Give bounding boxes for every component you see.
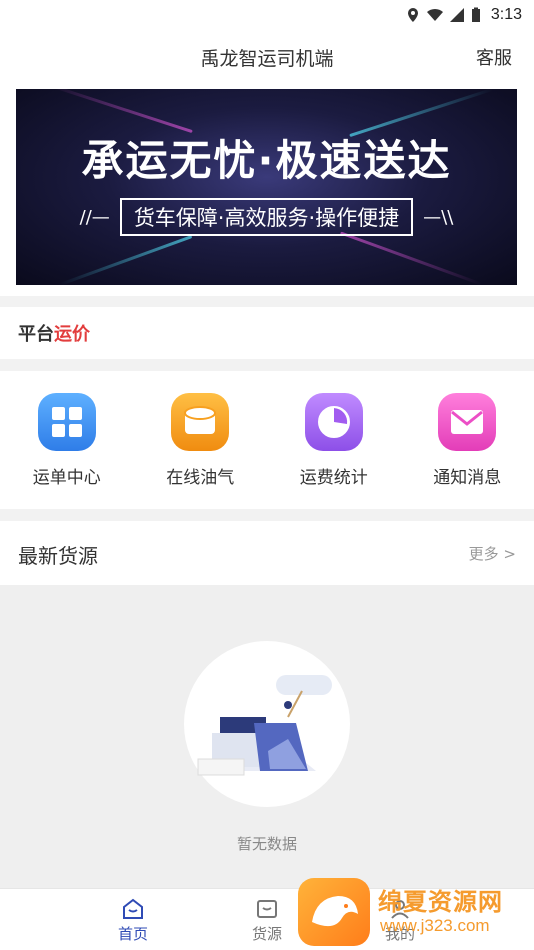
- nav-goods[interactable]: 货源: [227, 897, 307, 944]
- banner-section: 承运无忧·极速送达 //— 货车保障·高效服务·操作便捷 —\\: [0, 86, 534, 296]
- light-streak: [340, 231, 482, 285]
- platform-rate-bar[interactable]: 平台 运价: [0, 307, 534, 359]
- nav-home[interactable]: 首页: [93, 897, 173, 944]
- signal-icon: [449, 8, 464, 22]
- banner-left-deco: //—: [79, 206, 110, 228]
- grid-item-notifications[interactable]: 通知消息: [401, 371, 534, 509]
- app-header: 禹龙智运司机端 客服: [0, 30, 534, 86]
- page-title: 禹龙智运司机端: [200, 48, 334, 70]
- watermark-logo-icon: [298, 878, 370, 946]
- section-title: 最新货源: [18, 544, 98, 568]
- grid-label: 运费统计: [299, 468, 368, 488]
- empty-state: 暂无数据: [0, 585, 534, 888]
- home-icon: [123, 898, 143, 919]
- status-time: 3:13: [490, 6, 522, 23]
- watermark-url: www.j323.com: [380, 916, 490, 935]
- banner-subtext: 货车保障·高效服务·操作便捷: [119, 198, 414, 236]
- watermark-text: 绵夏资源网: [378, 888, 503, 916]
- rate-label-accent: 运价: [54, 324, 90, 345]
- oil-drum-icon: [171, 393, 230, 451]
- feature-grid: 运单中心 在线油气 运费统计 通知消息: [0, 371, 534, 509]
- banner-headline: 承运无忧·极速送达: [81, 136, 452, 185]
- banner-image[interactable]: 承运无忧·极速送达 //— 货车保障·高效服务·操作便捷 —\\: [16, 89, 517, 285]
- grid-label: 运单中心: [32, 468, 101, 488]
- mail-icon: [438, 393, 497, 451]
- goods-icon: [257, 900, 277, 918]
- grid-label: 通知消息: [433, 468, 502, 488]
- grid-item-freight-stats[interactable]: 运费统计: [267, 371, 400, 509]
- battery-icon: [471, 7, 480, 22]
- customer-service-button[interactable]: 客服: [476, 44, 512, 70]
- empty-illustration: [184, 641, 350, 807]
- light-streak: [59, 235, 193, 285]
- latest-goods-header: 最新货源 更多 >: [0, 521, 534, 585]
- grid-label: 在线油气: [166, 468, 235, 488]
- pie-chart-icon: [304, 393, 363, 451]
- grid-icon: [37, 393, 96, 451]
- watermark: 绵夏资源网 www.j323.com: [296, 876, 534, 950]
- grid-item-waybill-center[interactable]: 运单中心: [0, 371, 133, 509]
- rate-label-prefix: 平台: [18, 324, 54, 345]
- nav-label: 货源: [251, 925, 282, 943]
- location-icon: [407, 8, 418, 22]
- grid-item-online-fuel[interactable]: 在线油气: [134, 371, 267, 509]
- wifi-icon: [426, 8, 443, 21]
- more-link[interactable]: 更多 >: [469, 543, 516, 564]
- status-bar: 3:13: [0, 0, 534, 30]
- banner-subline: //— 货车保障·高效服务·操作便捷 —\\: [46, 198, 487, 236]
- banner-right-deco: —\\: [423, 206, 454, 228]
- empty-message: 暂无数据: [236, 835, 297, 853]
- nav-label: 首页: [117, 925, 148, 943]
